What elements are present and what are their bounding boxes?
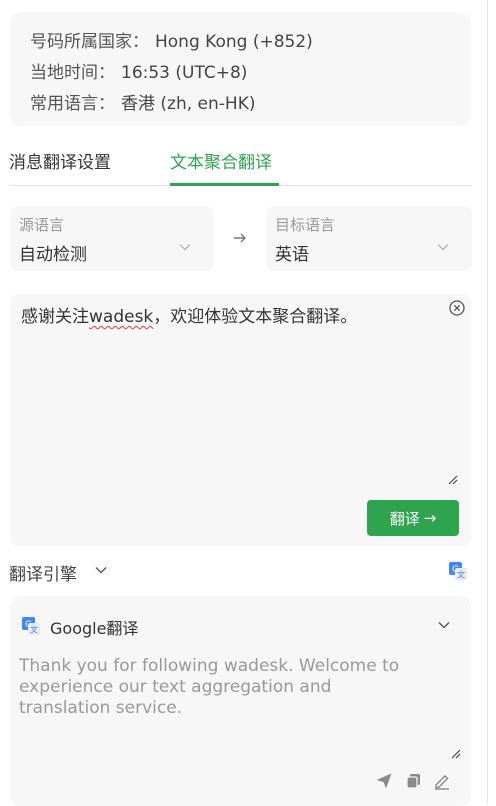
chevron-down-icon[interactable] xyxy=(437,618,451,632)
send-icon[interactable] xyxy=(375,772,393,790)
country-value: Hong Kong (+852) xyxy=(155,32,313,52)
translation-result-card: G 文 Google翻译 Thank you for following wad… xyxy=(10,596,471,806)
result-engine-name: Google翻译 xyxy=(50,619,139,638)
google-translate-icon: G 文 xyxy=(22,617,40,635)
source-text-area[interactable]: 感谢关注wadesk，欢迎体验文本聚合翻译。 翻译 → xyxy=(10,294,471,546)
active-tab-indicator xyxy=(170,183,279,186)
language-value: 香港 (zh, en-HK) xyxy=(121,94,256,114)
chevron-down-icon xyxy=(179,244,191,251)
svg-text:文: 文 xyxy=(30,625,38,635)
copy-icon[interactable] xyxy=(405,772,423,790)
edit-icon[interactable] xyxy=(433,772,451,790)
translate-button[interactable]: 翻译 → xyxy=(367,500,459,536)
country-row: 号码所属国家： Hong Kong (+852) xyxy=(30,27,313,52)
chevron-down-icon xyxy=(437,244,449,251)
target-language-select[interactable]: 目标语言 英语 xyxy=(266,206,472,271)
svg-text:文: 文 xyxy=(457,570,465,580)
local-time-value: 16:53 (UTC+8) xyxy=(121,63,248,83)
tab-text-aggregate-translation[interactable]: 文本聚合翻译 xyxy=(170,148,272,173)
language-label: 常用语言： xyxy=(30,94,115,114)
clear-circle-icon[interactable] xyxy=(448,299,466,317)
google-translate-icon[interactable]: G 文 xyxy=(448,561,468,581)
language-row: 常用语言： 香港 (zh, en-HK) xyxy=(30,89,255,114)
translated-text[interactable]: Thank you for following wadesk. Welcome … xyxy=(19,656,419,719)
tab-message-translation-settings[interactable]: 消息翻译设置 xyxy=(9,148,111,173)
panel-right-border xyxy=(487,0,488,804)
source-text[interactable]: 感谢关注wadesk，欢迎体验文本聚合翻译。 xyxy=(21,302,357,327)
misspelled-word: wadesk xyxy=(89,307,154,327)
arrow-right-icon: → xyxy=(423,509,437,527)
local-time-label: 当地时间： xyxy=(30,63,115,83)
source-text-part: ，欢迎体验文本聚合翻译。 xyxy=(153,307,358,327)
resize-grip-icon[interactable] xyxy=(450,748,461,759)
source-language-select[interactable]: 源语言 自动检测 xyxy=(10,206,214,271)
translate-button-label: 翻译 xyxy=(389,509,420,528)
contact-info-card: 号码所属国家： Hong Kong (+852) 当地时间： 16:53 (UTC+… xyxy=(10,12,471,126)
chevron-down-icon[interactable] xyxy=(94,563,108,577)
arrow-right-icon xyxy=(234,233,246,243)
local-time-row: 当地时间： 16:53 (UTC+8) xyxy=(30,58,247,83)
source-language-value: 自动检测 xyxy=(19,245,87,265)
resize-grip-icon[interactable] xyxy=(447,474,458,485)
target-language-value: 英语 xyxy=(275,245,309,265)
source-text-part: 感谢关注 xyxy=(21,307,89,327)
translation-engine-label[interactable]: 翻译引擎 xyxy=(9,560,77,585)
target-language-caption: 目标语言 xyxy=(275,216,336,234)
source-language-caption: 源语言 xyxy=(19,216,65,234)
country-label: 号码所属国家： xyxy=(30,32,149,52)
